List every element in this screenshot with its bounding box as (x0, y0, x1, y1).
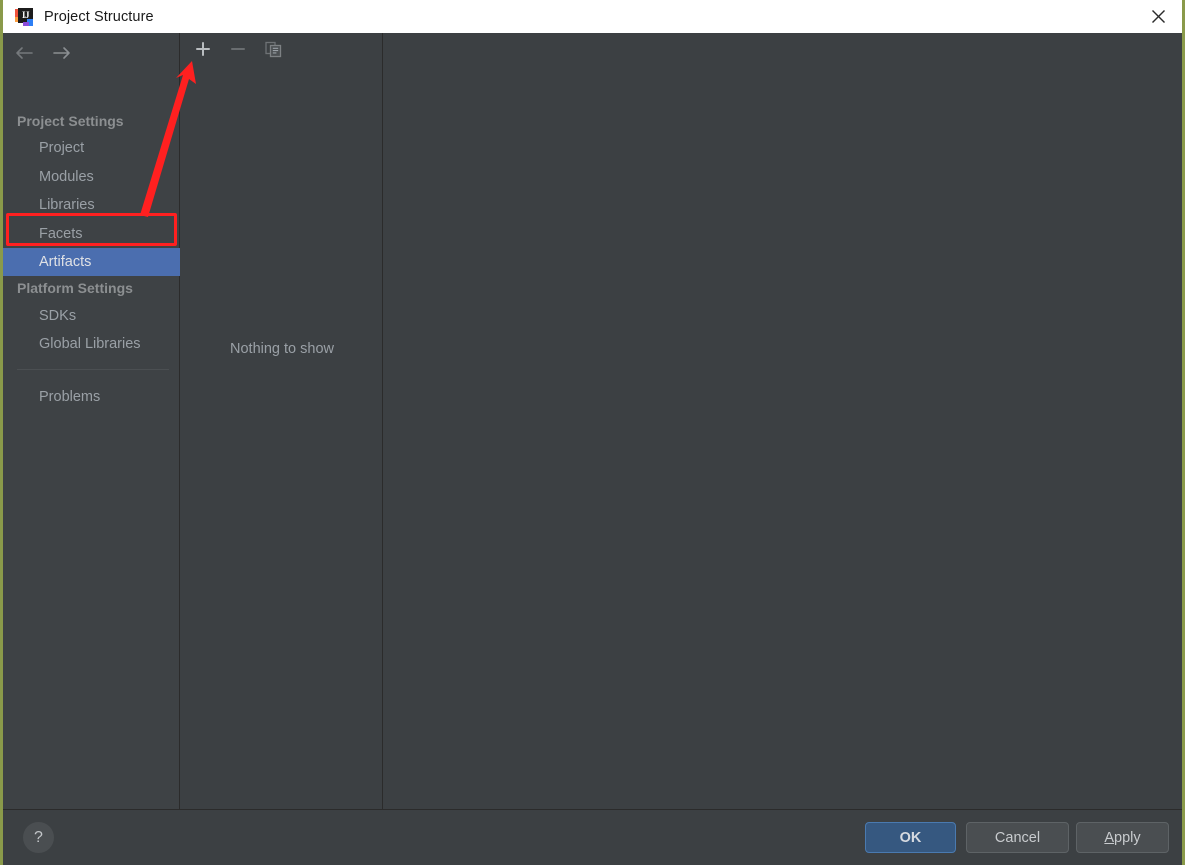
sidebar-item-modules[interactable]: Modules (3, 163, 180, 191)
apply-label-rest: pply (1114, 829, 1141, 846)
artifacts-toolbar (181, 33, 383, 65)
apply-button[interactable]: Apply (1076, 822, 1169, 853)
sidebar-divider (17, 369, 169, 370)
project-structure-dialog: IJ Project Structure Project Settings Pr… (0, 0, 1185, 865)
empty-state-message: Nothing to show (230, 341, 334, 357)
arrow-right-icon[interactable] (51, 42, 73, 64)
title-bar: IJ Project Structure (3, 0, 1182, 33)
help-button[interactable]: ? (23, 822, 54, 853)
sidebar-item-facets[interactable]: Facets (3, 220, 180, 248)
close-icon[interactable] (1134, 0, 1182, 33)
dialog-content: Project Settings Project Modules Librari… (3, 33, 1182, 809)
sidebar-item-problems[interactable]: Problems (3, 383, 180, 411)
window-title: Project Structure (44, 8, 154, 25)
cancel-button[interactable]: Cancel (966, 822, 1069, 853)
apply-mnemonic: A (1104, 829, 1115, 846)
dialog-footer: ? OK Cancel Apply (3, 809, 1182, 865)
sidebar-item-artifacts[interactable]: Artifacts (3, 248, 180, 276)
navigation-arrows (3, 38, 180, 68)
sidebar-item-libraries[interactable]: Libraries (3, 191, 180, 219)
ok-button[interactable]: OK (865, 822, 956, 853)
sidebar-item-sdks[interactable]: SDKs (3, 302, 180, 330)
sidebar-group-project-settings: Project Settings (17, 113, 124, 129)
artifact-details-panel (384, 33, 1182, 809)
artifacts-list-panel: Nothing to show (181, 33, 383, 809)
sidebar-group-platform-settings: Platform Settings (17, 280, 133, 296)
settings-sidebar: Project Settings Project Modules Librari… (3, 33, 180, 809)
plus-icon[interactable] (191, 37, 215, 61)
logo-text: IJ (21, 9, 30, 20)
copy-icon (261, 37, 285, 61)
arrow-left-icon[interactable] (13, 42, 35, 64)
intellij-logo-icon: IJ (15, 7, 33, 26)
minus-icon (226, 37, 250, 61)
sidebar-item-global-libraries[interactable]: Global Libraries (3, 330, 180, 358)
sidebar-item-project[interactable]: Project (3, 134, 180, 162)
